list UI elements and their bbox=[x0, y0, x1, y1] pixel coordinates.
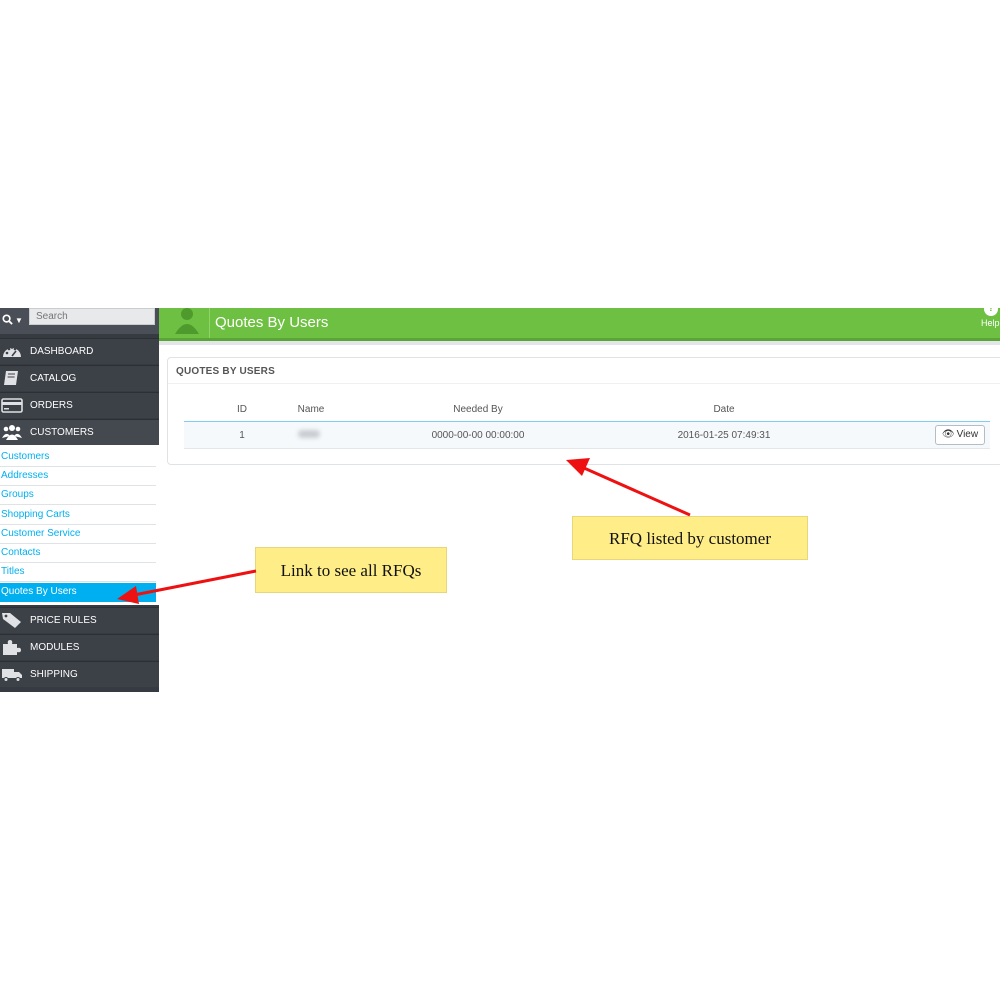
help-icon: ? bbox=[984, 308, 998, 316]
quotes-panel: QUOTES BY USERS ID Name Needed By Date 1… bbox=[167, 357, 1000, 465]
menu-item-label: PRICE RULES bbox=[30, 615, 97, 626]
panel-heading-divider bbox=[168, 383, 1000, 384]
submenu-item-shopping-carts[interactable]: Shopping Carts bbox=[0, 506, 156, 525]
truck-icon bbox=[2, 669, 22, 682]
book-icon bbox=[4, 371, 18, 385]
column-header-needed-by[interactable]: Needed By bbox=[438, 404, 518, 415]
menu-item-catalog[interactable]: CATALOG bbox=[0, 365, 159, 391]
help-label: Help bbox=[981, 318, 1000, 328]
tag-icon bbox=[2, 613, 21, 628]
menu-item-dashboard[interactable]: DASHBOARD bbox=[0, 338, 159, 364]
menu-item-label: CUSTOMERS bbox=[30, 427, 94, 438]
panel-heading: QUOTES BY USERS bbox=[176, 366, 275, 377]
header-divider bbox=[209, 308, 210, 338]
sidebar: ▼ DASHBOARD CATALOG bbox=[0, 308, 159, 692]
menu-item-label: CATALOG bbox=[30, 373, 77, 384]
search-type-toggle[interactable]: ▼ bbox=[2, 311, 28, 329]
search-input[interactable] bbox=[29, 308, 155, 325]
submenu-item-titles[interactable]: Titles bbox=[0, 563, 156, 582]
caret-down-icon: ▼ bbox=[15, 316, 23, 325]
table-row[interactable]: 1 0000-00-00 00:00:00 2016-01-25 07:49:3… bbox=[184, 422, 990, 449]
cell-name-redacted bbox=[298, 430, 320, 438]
callout-rfq-listed: RFQ listed by customer bbox=[572, 516, 808, 560]
menu-item-customers[interactable]: CUSTOMERS bbox=[0, 419, 159, 445]
menu-item-price-rules[interactable]: PRICE RULES bbox=[0, 607, 159, 633]
customers-submenu: Customers Addresses Groups Shopping Cart… bbox=[0, 445, 159, 605]
menu-item-shipping[interactable]: SHIPPING bbox=[0, 661, 159, 687]
screenshot: ▼ DASHBOARD CATALOG bbox=[0, 308, 1000, 692]
dashboard-icon bbox=[3, 346, 21, 357]
submenu-item-groups[interactable]: Groups bbox=[0, 486, 156, 505]
credit-card-icon bbox=[1, 398, 23, 413]
column-header-date[interactable]: Date bbox=[684, 404, 764, 415]
callout-link-rfqs: Link to see all RFQs bbox=[255, 547, 447, 593]
puzzle-icon bbox=[3, 640, 21, 655]
menu-item-label: MODULES bbox=[30, 642, 80, 653]
submenu-item-contacts[interactable]: Contacts bbox=[0, 544, 156, 563]
menu-item-label: ORDERS bbox=[30, 400, 73, 411]
eye-icon: 👁 bbox=[941, 429, 955, 440]
cell-id: 1 bbox=[239, 430, 245, 441]
page-title: Quotes By Users bbox=[215, 314, 329, 331]
menu-item-modules[interactable]: MODULES bbox=[0, 634, 159, 660]
header-shadow bbox=[159, 341, 1000, 345]
submenu-item-customers[interactable]: Customers bbox=[0, 448, 156, 467]
search-bar: ▼ bbox=[0, 308, 159, 334]
view-button-label: View bbox=[956, 429, 979, 440]
page-header: Quotes By Users ? Help bbox=[159, 308, 1000, 341]
submenu-item-addresses[interactable]: Addresses bbox=[0, 467, 156, 486]
menu-item-label: DASHBOARD bbox=[30, 346, 94, 357]
menu-item-label: SHIPPING bbox=[30, 669, 78, 680]
column-header-id[interactable]: ID bbox=[228, 404, 256, 415]
menu-item-orders[interactable]: ORDERS bbox=[0, 392, 159, 418]
search-icon bbox=[2, 314, 13, 325]
cell-date: 2016-01-25 07:49:31 bbox=[677, 430, 771, 441]
arrow-to-rfq-row bbox=[566, 458, 691, 517]
view-button[interactable]: 👁 View bbox=[935, 425, 985, 445]
column-header-name[interactable]: Name bbox=[286, 404, 336, 415]
submenu-item-quotes-by-users[interactable]: Quotes By Users bbox=[0, 583, 156, 602]
submenu-item-customer-service[interactable]: Customer Service bbox=[0, 525, 156, 544]
users-icon bbox=[175, 308, 199, 334]
users-icon bbox=[2, 425, 22, 440]
cell-needed-by: 0000-00-00 00:00:00 bbox=[431, 430, 525, 441]
help-button[interactable]: ? Help bbox=[979, 308, 1000, 338]
